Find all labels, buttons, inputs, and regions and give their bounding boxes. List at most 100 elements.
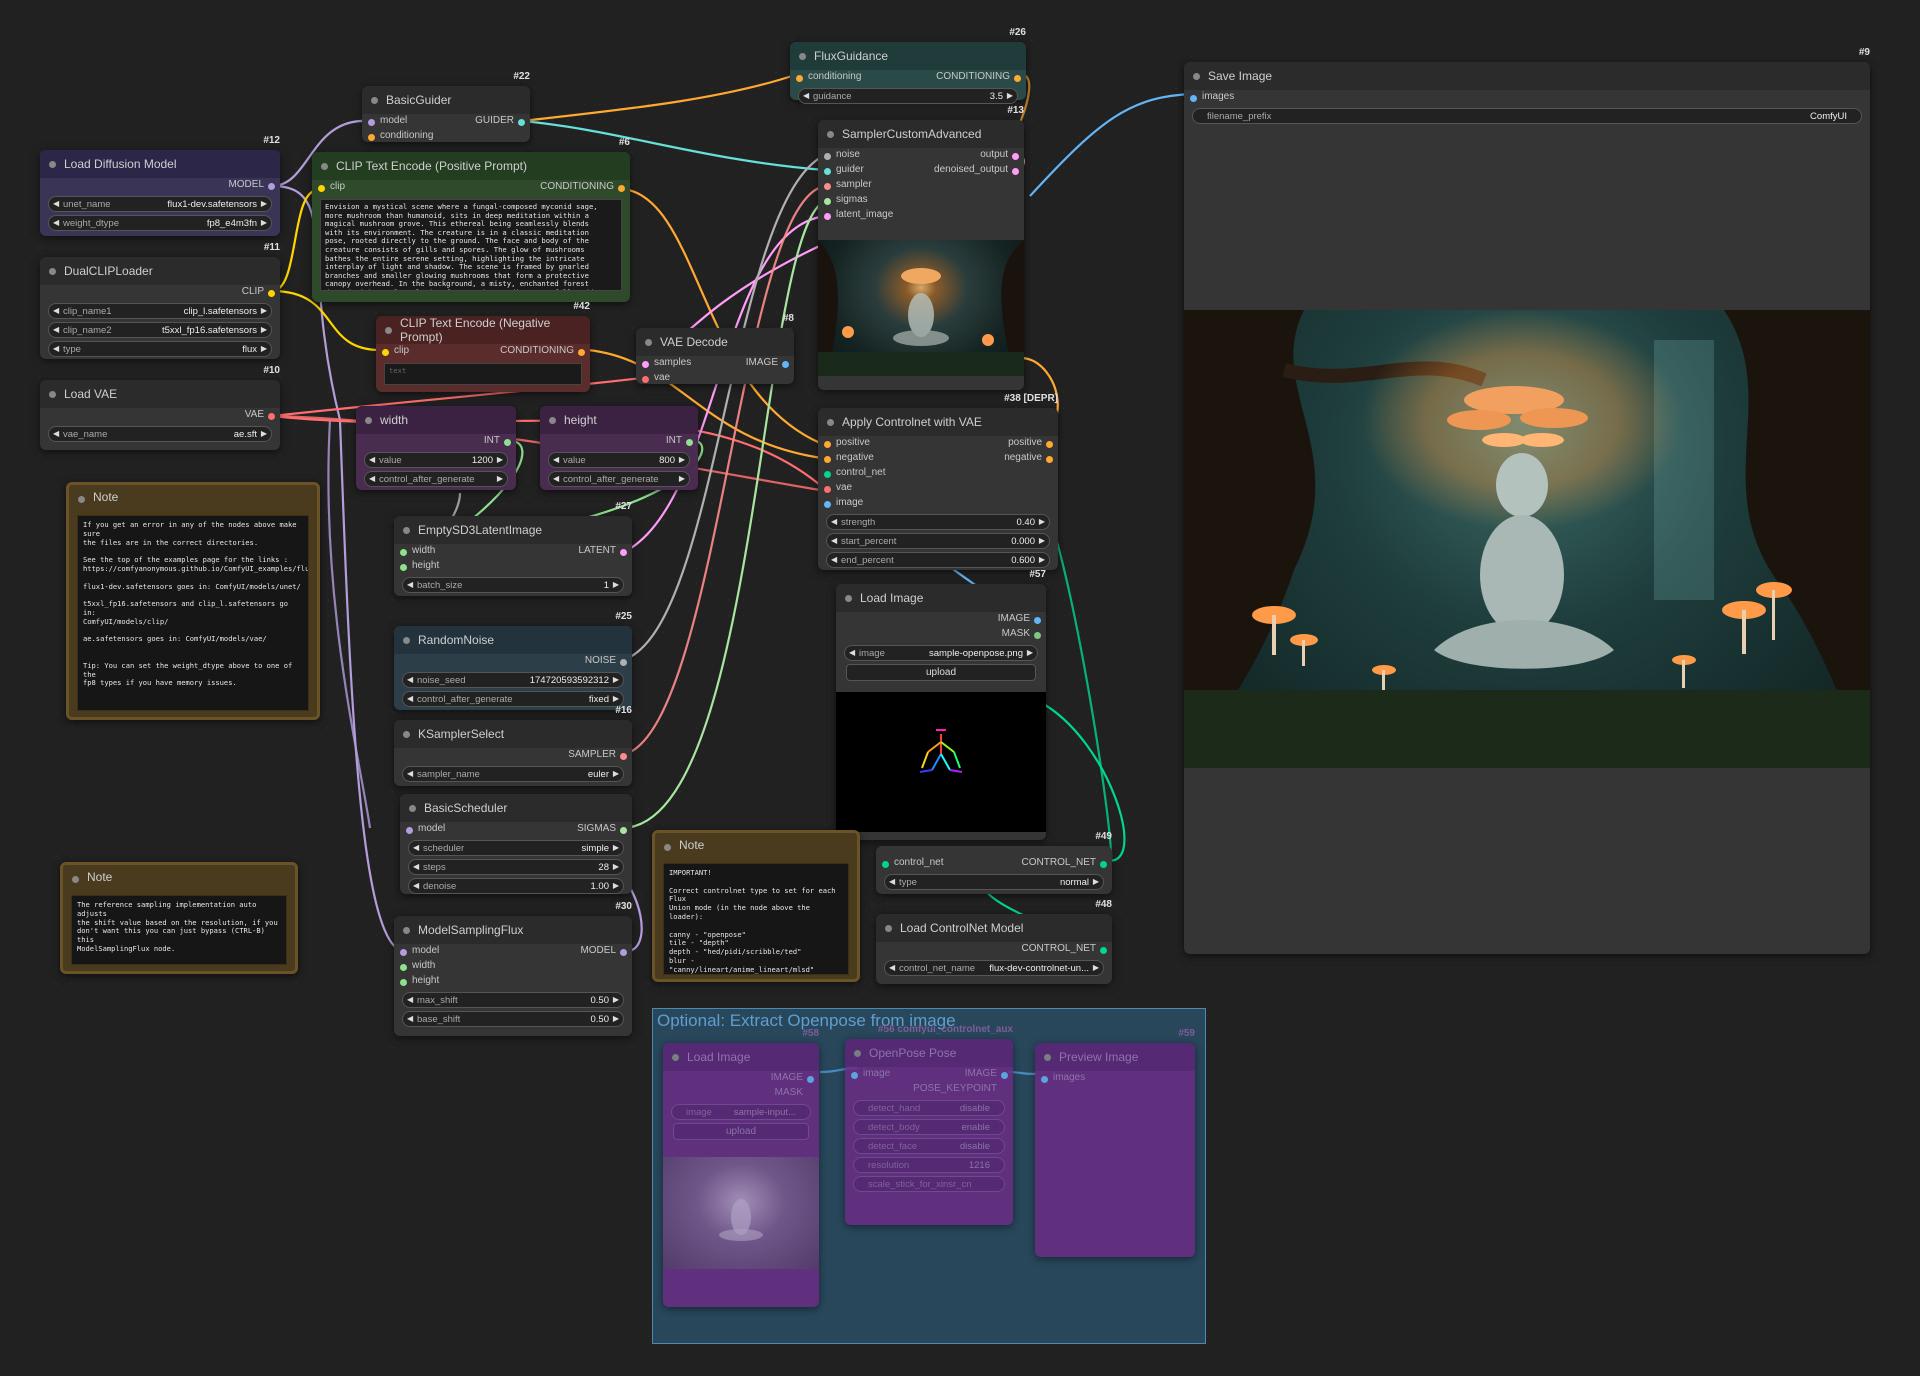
input-dot[interactable] [824, 441, 831, 448]
output-dot[interactable] [578, 349, 585, 356]
node-title[interactable]: Save Image [1184, 62, 1870, 90]
input-dot[interactable] [824, 183, 831, 190]
input-dot[interactable] [400, 949, 407, 956]
denoise-widget[interactable]: ◀ denoise 1.00 ▶ [408, 878, 624, 894]
load-diffusion-model-node[interactable]: #12 Load Diffusion Model MODEL ◀ unet_nam… [40, 135, 280, 236]
output-dot[interactable] [1014, 75, 1021, 82]
note-node[interactable]: Note If you get an error in any of the n… [66, 482, 320, 720]
width-primitive-node[interactable]: width INT ◀ value 1200 ▶ ◀ control_after_gen… [356, 406, 516, 490]
node-title[interactable]: Note [69, 485, 317, 509]
load-vae-node[interactable]: #10 Load VAE VAE ◀ vae_name ae.sft ▶ [40, 365, 280, 450]
flux-guidance-node[interactable]: #26 FluxGuidance conditioning CONDITIONIN… [790, 27, 1026, 104]
clip-name1-widget[interactable]: ◀ clip_name1 clip_l.safetensors ▶ [48, 303, 272, 319]
scale-stick-widget[interactable]: scale_stick_for_xinsr_cn [853, 1176, 1005, 1192]
input-dot[interactable] [851, 1072, 858, 1079]
control-net-name-widget[interactable]: ◀ control_net_name flux-dev-controlnet-un.… [884, 960, 1104, 976]
output-dot[interactable] [518, 119, 525, 126]
load-image-node[interactable]: #57 Load Image IMAGE MASK ◀ image sample-o… [836, 569, 1046, 840]
save-image-node[interactable]: #9 Save Image images filename_prefix Comf… [1184, 47, 1870, 954]
input-dot[interactable] [368, 119, 375, 126]
filename-prefix-widget[interactable]: filename_prefix ComfyUI [1192, 108, 1862, 124]
set-union-controlnet-type-node[interactable]: #49 control_net CONTROL_NET ◀ type normal ▶ [876, 831, 1112, 894]
ksampler-select-node[interactable]: #16 KSamplerSelect SAMPLER ◀ sampler_name… [394, 705, 632, 786]
node-title[interactable]: height [540, 406, 698, 434]
input-dot[interactable] [824, 168, 831, 175]
node-title[interactable]: Note [63, 865, 295, 889]
node-title[interactable]: Load Diffusion Model [40, 150, 280, 178]
output-dot[interactable] [618, 185, 625, 192]
negative-textarea[interactable]: text [384, 363, 582, 385]
output-dot[interactable] [1046, 456, 1053, 463]
input-dot[interactable] [400, 564, 407, 571]
node-title[interactable]: FluxGuidance [790, 42, 1026, 70]
noise-seed-widget[interactable]: ◀ noise_seed 174720593592312 ▶ [402, 672, 624, 688]
note-text[interactable]: If you get an error in any of the nodes … [77, 515, 309, 711]
unet-name-widget[interactable]: ◀ unet_name flux1-dev.safetensors ▶ [48, 196, 272, 212]
output-dot[interactable] [686, 439, 693, 446]
output-dot[interactable] [1046, 441, 1053, 448]
input-dot[interactable] [824, 213, 831, 220]
resolution-widget[interactable]: resolution 1216 [853, 1157, 1005, 1173]
scheduler-widget[interactable]: ◀ scheduler simple ▶ [408, 840, 624, 856]
clip-text-encode-positive-node[interactable]: #6 CLIP Text Encode (Positive Prompt) cl… [312, 137, 630, 302]
value-widget[interactable]: ◀ value 800 ▶ [548, 452, 690, 468]
input-dot[interactable] [400, 979, 407, 986]
node-title[interactable]: VAE Decode [636, 328, 794, 356]
clip-text-encode-negative-node[interactable]: #42 CLIP Text Encode (Negative Prompt) c… [376, 301, 590, 392]
dual-clip-loader-node[interactable]: #11 DualCLIPLoader CLIP ◀ clip_name1 clip_… [40, 242, 280, 359]
node-title[interactable]: EmptySD3LatentImage [394, 516, 632, 544]
node-title[interactable]: Preview Image [1035, 1043, 1195, 1071]
output-dot[interactable] [1100, 861, 1107, 868]
node-title[interactable]: BasicScheduler [400, 794, 632, 822]
control-after-generate-widget[interactable]: ◀ control_after_generate ▶ [548, 471, 690, 487]
output-dot[interactable] [807, 1076, 814, 1083]
detect-hand-widget[interactable]: detect_hand disable [853, 1100, 1005, 1116]
output-dot[interactable] [268, 413, 275, 420]
output-dot[interactable] [1012, 153, 1019, 160]
output-dot[interactable] [620, 549, 627, 556]
sampler-name-widget[interactable]: ◀ sampler_name euler ▶ [402, 766, 624, 782]
node-title[interactable]: Load Image [663, 1043, 819, 1071]
input-dot[interactable] [824, 198, 831, 205]
node-title[interactable]: Load ControlNet Model [876, 914, 1112, 942]
output-dot[interactable] [620, 827, 627, 834]
group-load-image-node[interactable]: #58 Load Image IMAGE MASK image sample-in… [663, 1028, 819, 1307]
output-dot[interactable] [268, 290, 275, 297]
image-widget[interactable]: ◀ image sample-openpose.png ▶ [844, 645, 1038, 661]
node-title[interactable]: Load Image [836, 584, 1046, 612]
output-dot[interactable] [620, 753, 627, 760]
input-dot[interactable] [1041, 1076, 1048, 1083]
input-dot[interactable] [368, 134, 375, 141]
max-shift-widget[interactable]: ◀ max_shift 0.50 ▶ [402, 992, 624, 1008]
output-dot[interactable] [1012, 168, 1019, 175]
input-dot[interactable] [642, 376, 649, 383]
node-title[interactable]: ModelSamplingFlux [394, 916, 632, 944]
output-dot[interactable] [1034, 617, 1041, 624]
node-title[interactable]: DualCLIPLoader [40, 257, 280, 285]
node-title[interactable]: CLIP Text Encode (Negative Prompt) [376, 316, 590, 344]
input-dot[interactable] [642, 361, 649, 368]
note-node[interactable]: Note IMPORTANT! Correct controlnet type … [652, 830, 860, 982]
output-dot[interactable] [620, 659, 627, 666]
input-dot[interactable] [318, 185, 325, 192]
output-dot[interactable] [268, 183, 275, 190]
type-widget[interactable]: ◀ type flux ▶ [48, 341, 272, 357]
input-dot[interactable] [400, 964, 407, 971]
control-after-generate-widget[interactable]: ◀ control_after_generate fixed ▶ [402, 691, 624, 707]
node-title[interactable]: RandomNoise [394, 626, 632, 654]
node-title[interactable]: Load VAE [40, 380, 280, 408]
steps-widget[interactable]: ◀ steps 28 ▶ [408, 859, 624, 875]
vae-name-widget[interactable]: ◀ vae_name ae.sft ▶ [48, 426, 272, 442]
node-title[interactable]: CLIP Text Encode (Positive Prompt) [312, 152, 630, 180]
upload-button[interactable]: upload [673, 1123, 809, 1140]
empty-sd3-latent-image-node[interactable]: #27 EmptySD3LatentImage width LATENT heig… [394, 501, 632, 596]
strength-widget[interactable]: ◀ strength 0.40 ▶ [826, 514, 1050, 530]
note-text[interactable]: IMPORTANT! Correct controlnet type to se… [663, 863, 849, 975]
output-dot[interactable] [504, 439, 511, 446]
node-title[interactable]: Apply Controlnet with VAE [818, 408, 1058, 436]
basic-guider-node[interactable]: #22 BasicGuider model GUIDER conditioning [362, 71, 530, 142]
input-dot[interactable] [824, 486, 831, 493]
input-dot[interactable] [400, 549, 407, 556]
model-sampling-flux-node[interactable]: #30 ModelSamplingFlux model MODEL width h… [394, 901, 632, 1036]
weight-dtype-widget[interactable]: ◀ weight_dtype fp8_e4m3fn ▶ [48, 215, 272, 231]
